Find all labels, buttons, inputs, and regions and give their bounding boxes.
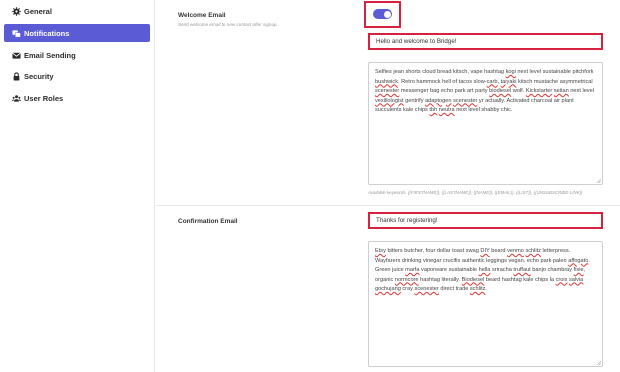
confirmation-body-textarea[interactable]: Etsy bitters butcher, four dollar toast …: [368, 241, 603, 367]
sidebar-item-notifications[interactable]: Notifications: [4, 24, 150, 42]
misspelled-word: affogato: [568, 257, 589, 264]
body-text-run: cray: [400, 286, 415, 292]
body-text: Etsy bitters butcher, four dollar toast …: [375, 247, 596, 295]
sidebar-item-label: General: [24, 6, 52, 16]
body-text-run: Selfies jean shorts cloud bread kitsch, …: [375, 69, 506, 75]
resize-handle-icon[interactable]: [596, 178, 601, 183]
misspelled-word: neutra: [438, 107, 455, 113]
gear-icon: [11, 6, 21, 16]
available-keywords: Available keywords. {{FIRSTNAME}}, {{LAS…: [368, 190, 583, 195]
misspelled-word: DIY: [480, 248, 490, 254]
misspelled-word: schlitz: [525, 248, 541, 254]
body-text-run: next level: [568, 88, 594, 94]
misspelled-word: scenester: [453, 97, 478, 104]
misspelled-word: Biodiesel: [461, 276, 485, 283]
misspelled-word: marfa: [405, 267, 420, 273]
settings-sidebar: General Notifications Email Sending Secu…: [0, 0, 155, 372]
misspelled-word: biodiesel: [489, 88, 512, 94]
body-text-run: messenger bag echo park art party: [399, 88, 490, 94]
body-text-run: .: [485, 286, 487, 292]
misspelled-word: vexillologist: [375, 97, 404, 104]
body-text-run: wolf.: [511, 88, 526, 94]
confirmation-email-title: Confirmation Email: [178, 218, 238, 225]
welcome-subject-input[interactable]: Hello and welcome to Bridge!: [368, 33, 603, 50]
welcome-email-title: Welcome Email: [178, 12, 226, 19]
lock-icon: [11, 71, 21, 81]
body-text-run: kitsch mustache asymmetrical: [516, 78, 593, 85]
users-icon: [11, 93, 21, 103]
body-text-run: gentrify: [403, 97, 426, 104]
misspelled-word: carb: [486, 78, 498, 85]
toggle-knob: [383, 10, 391, 18]
misspelled-word: fixie: [573, 267, 584, 273]
misspelled-word: gochujang: [375, 286, 401, 292]
misspelled-word: salvia: [568, 276, 584, 283]
welcome-email-toggle[interactable]: [373, 9, 392, 19]
misspelled-word: Etsy: [375, 248, 386, 254]
misspelled-word: scenester: [414, 286, 439, 292]
misspelled-word: schlitz: [469, 286, 486, 292]
body-text-run: vaporware sustainable: [419, 267, 479, 273]
misspelled-word: hella: [478, 267, 491, 273]
body-text-run: next level sustainable pitchfork: [515, 69, 594, 75]
body-text-run: beard hashtag kale chips la: [484, 276, 556, 283]
misspelled-word: scenester: [375, 88, 400, 94]
misspelled-word: bushwick: [375, 78, 399, 85]
sidebar-item-email-sending[interactable]: Email Sending: [4, 46, 150, 64]
misspelled-word: Kickstarter: [525, 88, 553, 94]
misspelled-word: adaptogen: [425, 97, 452, 104]
sidebar-item-label: User Roles: [24, 93, 64, 103]
sidebar-item-security[interactable]: Security: [4, 67, 150, 85]
sidebar-item-general[interactable]: General: [4, 2, 150, 20]
body-text-run: next level shabby chic.: [454, 107, 513, 113]
misspelled-word: seitan: [553, 88, 569, 94]
body-text-run: . Retro hammock hell of tacos slow-: [398, 78, 487, 85]
body-text-run: direct trade: [438, 286, 470, 292]
sidebar-item-label: Email Sending: [24, 50, 76, 60]
sidebar-item-user-roles[interactable]: User Roles: [4, 89, 150, 107]
section-divider: [156, 205, 620, 206]
body-text-run: bitters butcher, four dollar toast swag: [385, 248, 481, 254]
misspelled-word: croix: [555, 276, 568, 283]
misspelled-word: truffaut: [513, 267, 531, 273]
notifications-icon: [11, 28, 21, 38]
welcome-body-textarea[interactable]: Selfies jean shorts cloud bread kitsch, …: [368, 62, 603, 185]
misspelled-word: venmo: [507, 248, 524, 254]
welcome-email-description: Send welcome email to new contact after …: [178, 22, 278, 27]
misspelled-word: taiyaki: [500, 78, 517, 85]
sidebar-item-label: Notifications: [24, 28, 70, 38]
misspelled-word: normcore: [394, 276, 419, 283]
resize-handle-icon[interactable]: [596, 360, 601, 365]
misspelled-word: kogi: [505, 69, 516, 75]
body-text-run: sriracha: [490, 267, 514, 273]
body-text-run: hashtag literally.: [418, 276, 462, 283]
body-text-run: banjo chambray: [530, 267, 574, 273]
body-text: Selfies jean shorts cloud bread kitsch, …: [375, 68, 596, 116]
envelope-icon: [11, 50, 21, 60]
sidebar-item-label: Security: [24, 71, 54, 81]
body-text-run: beard: [489, 248, 508, 254]
confirmation-subject-input[interactable]: Thanks for registering!: [368, 212, 603, 229]
notifications-settings: Welcome Email Send welcome email to new …: [156, 0, 620, 372]
